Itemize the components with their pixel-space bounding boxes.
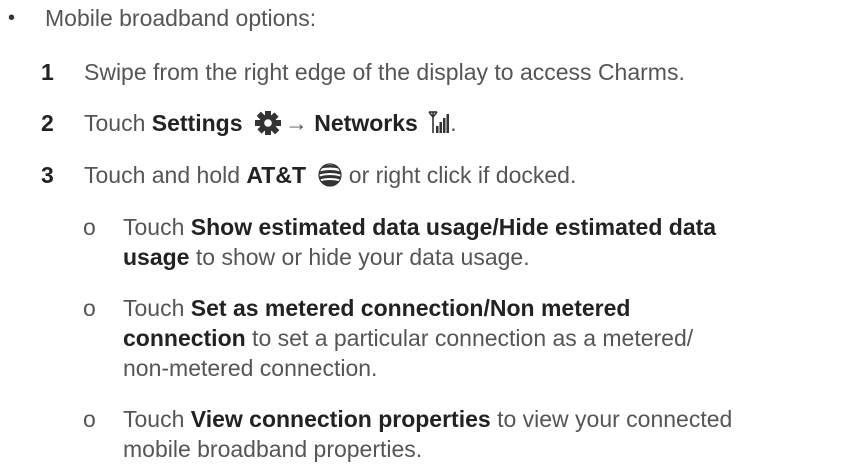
bullet-item: • Mobile broadband options: <box>8 3 317 33</box>
sub-item-prefix: Touch <box>123 295 191 321</box>
sub-item-1-line-2: usage to show or hide your data usage. <box>123 242 530 272</box>
carrier-label: AT&T <box>246 162 307 188</box>
sub-item-prefix: Touch <box>123 214 191 240</box>
sub-item-suffix: to view your connected <box>490 406 733 432</box>
att-globe-icon <box>318 163 343 194</box>
sub-item-3: o Touch View connection properties to vi… <box>83 404 733 434</box>
signal-bars-icon <box>428 111 450 142</box>
arrow: → <box>284 110 308 136</box>
sub-item-bold: connection <box>123 325 246 351</box>
step-prefix: Touch and hold <box>84 162 247 188</box>
sub-item-2: o Touch Set as metered connection/Non me… <box>83 293 631 323</box>
step-text: Swipe from the right edge of the display… <box>84 59 685 85</box>
step-2: 2 Touch Settings → Networks . <box>41 108 457 142</box>
bullet-marker: • <box>8 7 16 29</box>
step-number: 1 <box>41 59 54 85</box>
step-3: 3 Touch and hold AT&T or right click if … <box>41 160 577 194</box>
gear-icon <box>254 111 281 142</box>
bullet-text: Mobile broadband options: <box>45 5 317 31</box>
sub-item-bold: usage <box>123 244 190 270</box>
sub-item-marker: o <box>83 295 96 321</box>
sub-item-marker: o <box>83 214 96 240</box>
sub-item-bold: Show estimated data usage/Hide estimated… <box>190 214 717 240</box>
step-1: 1 Swipe from the right edge of the displ… <box>41 57 685 87</box>
sub-item-2-line-3: non-metered connection. <box>123 353 377 383</box>
sub-item-marker: o <box>83 406 96 432</box>
sub-item-text: non-metered connection. <box>123 355 378 381</box>
sub-item-prefix: Touch <box>123 406 191 432</box>
step-suffix: or right click if docked. <box>342 162 577 188</box>
sub-item-3-line-2: mobile broadband properties. <box>123 434 422 464</box>
step-number: 2 <box>41 110 54 136</box>
sub-item-2-line-2: connection to set a particular connectio… <box>123 323 693 353</box>
step-prefix: Touch <box>84 110 152 136</box>
document-page: • Mobile broadband options: 1 Swipe from… <box>0 0 850 462</box>
sub-item-text: mobile broadband properties. <box>123 436 423 462</box>
step-end: . <box>450 110 457 136</box>
settings-label: Settings <box>151 110 243 136</box>
sub-item-suffix: to show or hide your data usage. <box>189 244 530 270</box>
sub-item-bold: Set as metered connection/Non metered <box>190 295 631 321</box>
sub-item-bold: View connection properties <box>190 406 491 432</box>
sub-item-1: o Touch Show estimated data usage/Hide e… <box>83 212 717 242</box>
step-number: 3 <box>41 162 54 188</box>
sub-item-suffix: to set a particular connection as a mete… <box>245 325 694 351</box>
networks-label: Networks <box>314 110 418 136</box>
